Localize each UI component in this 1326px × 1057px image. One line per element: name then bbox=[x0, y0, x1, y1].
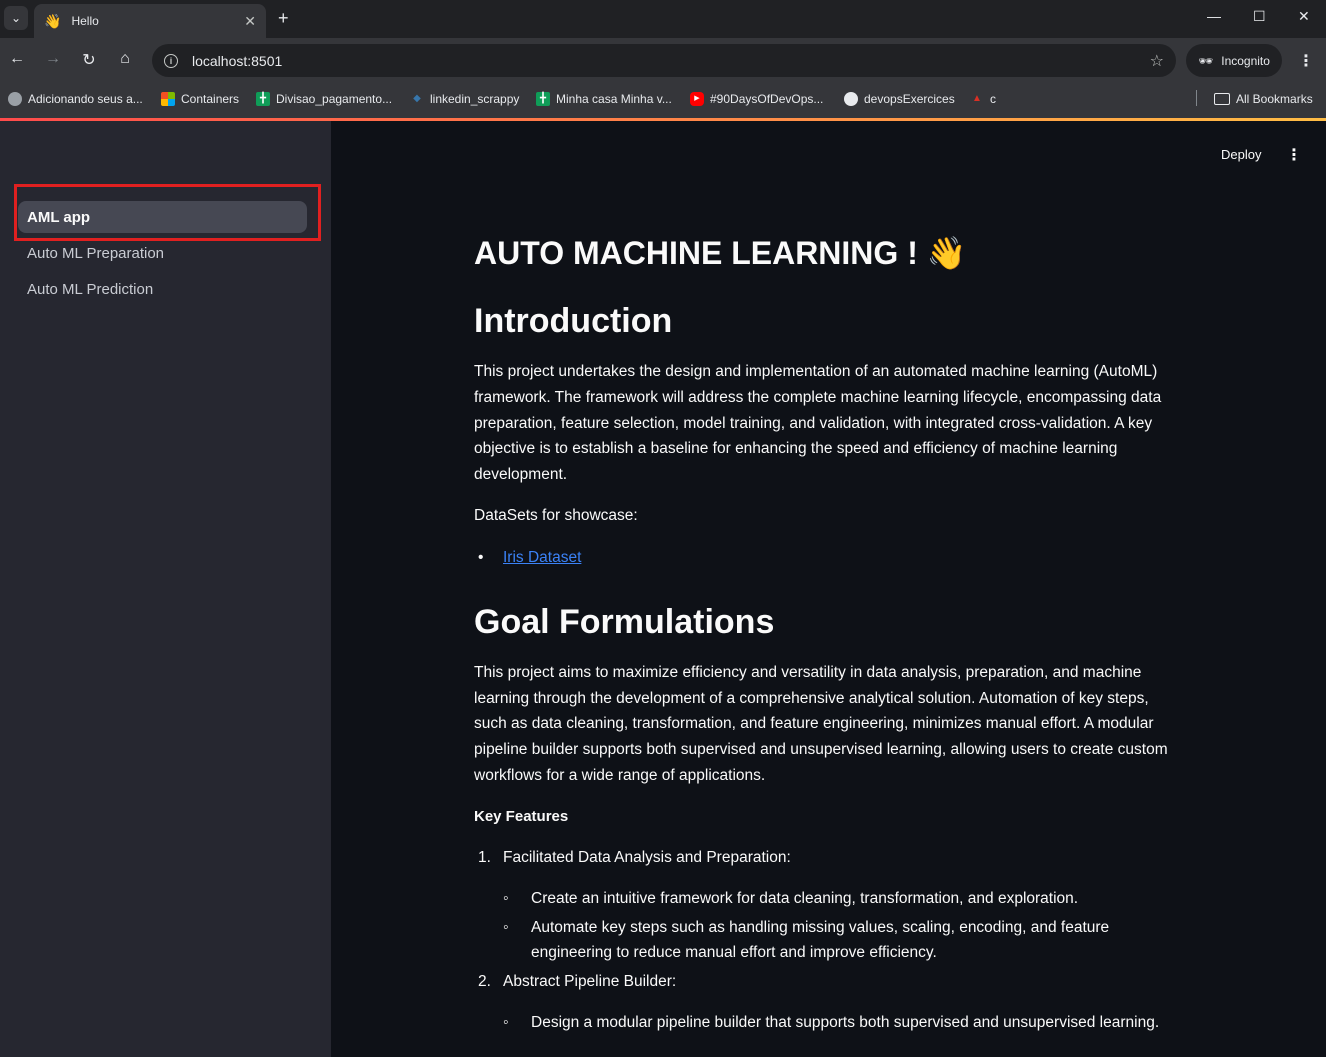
feature-detail: Create an intuitive framework for data c… bbox=[531, 889, 1079, 907]
sheets-icon: ╋ bbox=[536, 92, 550, 106]
tab-title: Hello bbox=[71, 14, 99, 28]
iris-dataset-link[interactable]: Iris Dataset bbox=[503, 549, 581, 566]
list-item: Automate key steps such as handling miss… bbox=[474, 915, 1174, 965]
feature-detail: Design a modular pipeline builder that s… bbox=[531, 1013, 1160, 1031]
main-content: Deploy ⋮ AUTO MACHINE LEARNING ! 👋 Intro… bbox=[331, 121, 1326, 1057]
browser-menu-icon[interactable]: ⋮ bbox=[1298, 51, 1314, 71]
bookmark-star-icon[interactable]: ☆ bbox=[1150, 51, 1164, 71]
url-text[interactable]: localhost:8501 bbox=[192, 53, 1150, 69]
site-info-icon[interactable]: i bbox=[164, 53, 178, 68]
close-tab-icon[interactable]: ✕ bbox=[244, 13, 256, 30]
deploy-button[interactable]: Deploy bbox=[1221, 147, 1261, 162]
minimize-icon[interactable]: — bbox=[1207, 8, 1221, 24]
page-body: AUTO MACHINE LEARNING ! 👋 Introduction T… bbox=[474, 231, 1174, 1035]
bookmark-item[interactable]: ╋ Divisao_pagamento... bbox=[256, 92, 392, 106]
maximize-icon[interactable]: ☐ bbox=[1253, 8, 1266, 25]
feature-detail: Automate key steps such as handling miss… bbox=[531, 918, 1110, 961]
github-icon bbox=[844, 92, 858, 106]
incognito-icon: 🕶 bbox=[1198, 53, 1214, 68]
bookmark-item[interactable]: ▶ #90DaysOfDevOps... bbox=[690, 92, 823, 106]
web-icon bbox=[8, 92, 22, 106]
list-item: Design a modular pipeline builder that s… bbox=[474, 1010, 1174, 1035]
introduction-text: This project undertakes the design and i… bbox=[474, 363, 1162, 484]
fire-icon: ▲ bbox=[972, 93, 982, 104]
sidebar-item-auto-ml-preparation[interactable]: Auto ML Preparation bbox=[18, 237, 307, 269]
goal-heading: Goal Formulations bbox=[474, 602, 775, 641]
reload-icon[interactable]: ↻ bbox=[78, 50, 100, 70]
incognito-label: Incognito bbox=[1221, 53, 1270, 68]
forward-icon[interactable]: → bbox=[42, 50, 64, 68]
bookmark-item[interactable]: ◆ linkedin_scrappy bbox=[410, 92, 519, 106]
sidebar-item-auto-ml-prediction[interactable]: Auto ML Prediction bbox=[18, 273, 307, 305]
bookmark-label: Adicionando seus a... bbox=[28, 92, 143, 106]
key-features-label: Key Features bbox=[474, 807, 569, 825]
list-item: Iris Dataset bbox=[474, 545, 1174, 570]
goal-text: This project aims to maximize efficiency… bbox=[474, 663, 1168, 784]
browser-tab[interactable]: 👋 Hello ✕ bbox=[34, 4, 266, 38]
bookmark-label: Divisao_pagamento... bbox=[276, 92, 393, 106]
bookmark-item[interactable]: devopsExercices bbox=[844, 92, 955, 106]
all-bookmarks[interactable]: All Bookmarks bbox=[1214, 92, 1313, 106]
list-number: 1. bbox=[478, 848, 491, 866]
app-menu-icon[interactable]: ⋮ bbox=[1286, 145, 1302, 165]
incognito-badge[interactable]: 🕶 Incognito bbox=[1186, 44, 1282, 77]
bookmark-label: devopsExercices bbox=[864, 92, 955, 106]
highlight-annotation bbox=[14, 184, 321, 241]
sheets-icon: ╋ bbox=[256, 92, 270, 106]
bookmark-label: #90DaysOfDevOps... bbox=[710, 92, 824, 106]
bookmark-label: Containers bbox=[181, 92, 240, 106]
youtube-icon: ▶ bbox=[690, 92, 704, 106]
bookmarks-divider bbox=[1196, 90, 1197, 106]
bookmark-item[interactable]: ▲ c bbox=[970, 92, 996, 106]
list-number: 2. bbox=[478, 972, 491, 990]
introduction-heading: Introduction bbox=[474, 302, 673, 340]
bookmark-label: c bbox=[990, 92, 996, 106]
python-icon: ◆ bbox=[413, 93, 421, 104]
tab-strip: ⌄ 👋 Hello ✕ + — ☐ ✕ bbox=[0, 0, 1326, 38]
bookmark-item[interactable]: ╋ Minha casa Minha v... bbox=[536, 92, 672, 106]
feature-title: Abstract Pipeline Builder: bbox=[503, 972, 677, 990]
bookmark-label: linkedin_scrappy bbox=[430, 92, 520, 106]
new-tab-icon[interactable]: + bbox=[278, 8, 289, 28]
wave-icon: 👋 bbox=[44, 12, 62, 29]
bookmark-item[interactable]: Containers bbox=[161, 92, 239, 106]
all-bookmarks-label: All Bookmarks bbox=[1236, 92, 1313, 106]
list-item: 1. Facilitated Data Analysis and Prepara… bbox=[474, 845, 1174, 870]
bookmark-label: Minha casa Minha v... bbox=[556, 92, 672, 106]
home-icon[interactable]: ⌂ bbox=[114, 50, 136, 68]
close-window-icon[interactable]: ✕ bbox=[1298, 8, 1310, 25]
back-icon[interactable]: ← bbox=[6, 50, 28, 68]
browser-toolbar: ← → ↻ ⌂ i localhost:8501 ☆ 🕶 Incognito ⋮ bbox=[0, 38, 1326, 84]
page-title: AUTO MACHINE LEARNING ! 👋 bbox=[474, 235, 967, 271]
tab-search-icon[interactable]: ⌄ bbox=[4, 6, 28, 30]
datasets-label: DataSets for showcase: bbox=[474, 506, 638, 524]
bookmarks-bar: Adicionando seus a... Containers ╋ Divis… bbox=[0, 84, 1326, 118]
list-item: Create an intuitive framework for data c… bbox=[474, 886, 1174, 911]
microsoft-icon bbox=[161, 92, 175, 106]
folder-icon bbox=[1214, 93, 1230, 105]
sidebar: AML app Auto ML Preparation Auto ML Pred… bbox=[0, 121, 331, 1057]
feature-title: Facilitated Data Analysis and Preparatio… bbox=[503, 848, 791, 866]
sidebar-item-label: Auto ML Prediction bbox=[27, 280, 154, 298]
address-bar[interactable]: i localhost:8501 ☆ bbox=[152, 44, 1176, 77]
sidebar-item-label: Auto ML Preparation bbox=[27, 244, 165, 262]
bookmark-item[interactable]: Adicionando seus a... bbox=[8, 92, 143, 106]
list-item: 2. Abstract Pipeline Builder: bbox=[474, 969, 1174, 994]
